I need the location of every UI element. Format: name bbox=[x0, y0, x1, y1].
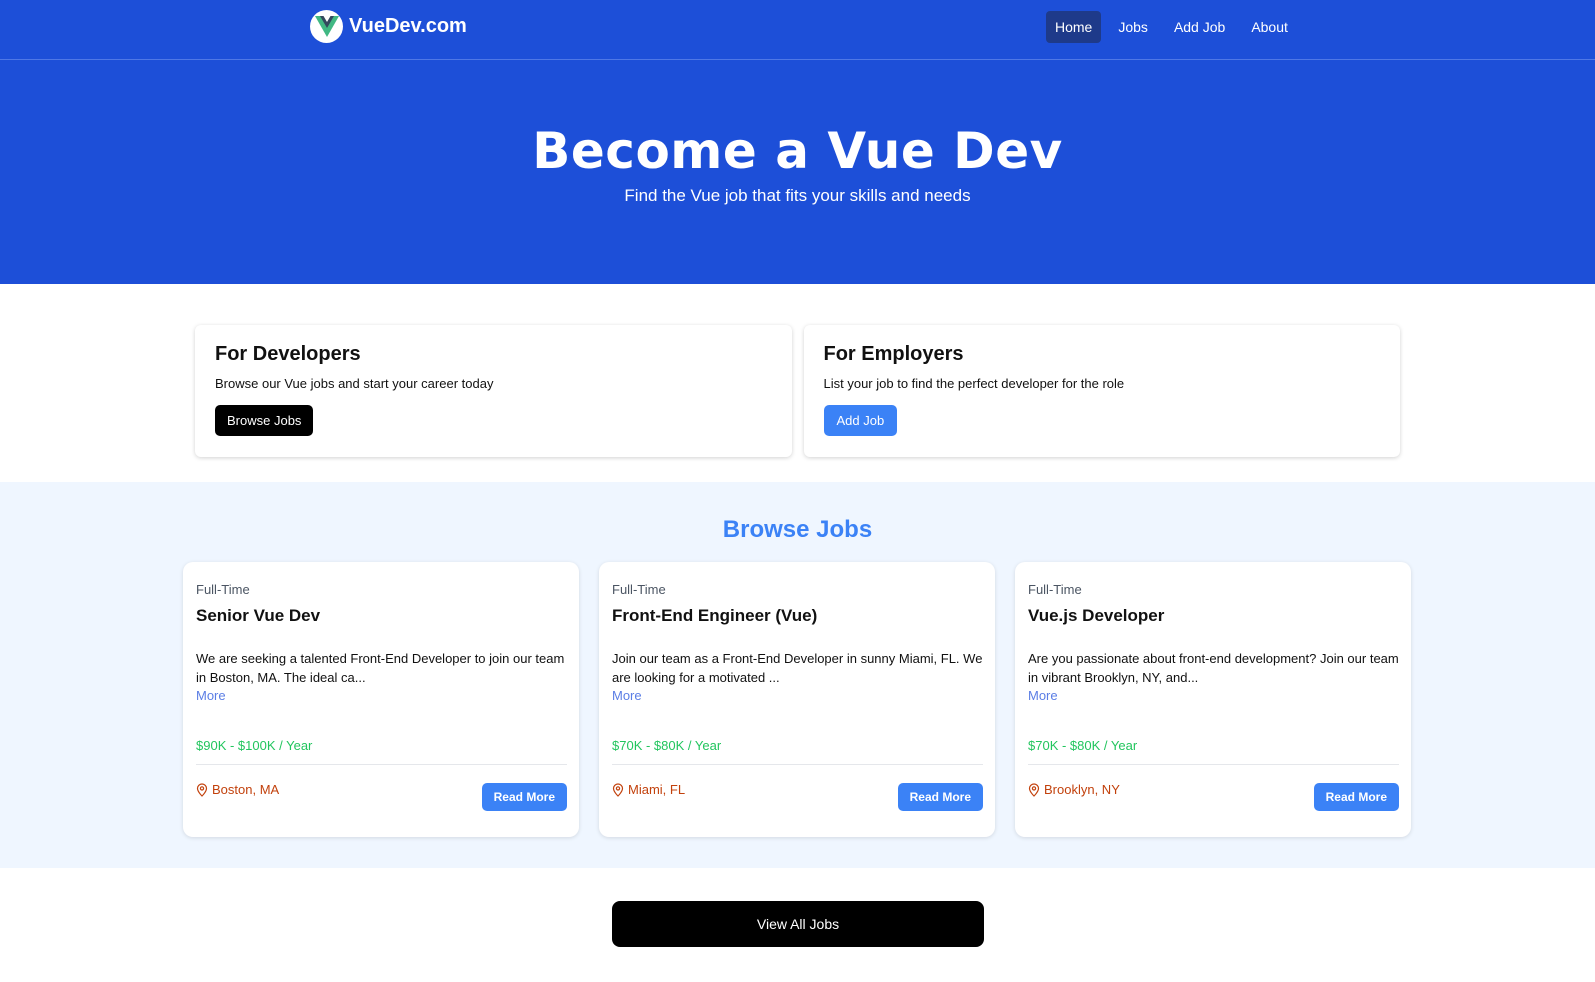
hero-title: Become a Vue Dev bbox=[532, 122, 1063, 180]
role-cards: For Developers Browse our Vue jobs and s… bbox=[195, 325, 1400, 457]
brand-link[interactable]: VueDev.com bbox=[310, 10, 467, 43]
job-location-text: Brooklyn, NY bbox=[1044, 782, 1120, 797]
employers-title: For Employers bbox=[823, 343, 964, 365]
job-card: Full-Time Senior Vue Dev We are seeking … bbox=[183, 562, 579, 837]
read-more-button[interactable]: Read More bbox=[1313, 783, 1399, 811]
job-description: Are you passionate about front-end devel… bbox=[1028, 651, 1399, 685]
job-description: We are seeking a talented Front-End Deve… bbox=[196, 651, 565, 685]
developers-card: For Developers Browse our Vue jobs and s… bbox=[195, 325, 792, 457]
read-more-button[interactable]: Read More bbox=[481, 783, 567, 811]
job-title: Front-End Engineer (Vue) bbox=[612, 606, 818, 625]
job-location: Boston, MA bbox=[196, 782, 279, 797]
divider bbox=[612, 764, 983, 765]
job-type: Full-Time bbox=[1028, 582, 1082, 597]
browse-jobs-title: Browse Jobs bbox=[722, 516, 873, 543]
job-card: Full-Time Vue.js Developer Are you passi… bbox=[1015, 562, 1411, 837]
job-type: Full-Time bbox=[196, 582, 250, 597]
job-location: Brooklyn, NY bbox=[1028, 782, 1120, 797]
hero-section: Become a Vue Dev Find the Vue job that f… bbox=[0, 60, 1595, 284]
job-location-text: Miami, FL bbox=[628, 782, 686, 797]
nav-about[interactable]: About bbox=[1242, 11, 1297, 43]
browse-jobs-section: Browse Jobs Full-Time Senior Vue Dev We … bbox=[0, 482, 1595, 868]
nav-home[interactable]: Home bbox=[1046, 11, 1102, 43]
browse-jobs-button[interactable]: Browse Jobs bbox=[215, 405, 314, 436]
job-more-link[interactable]: More bbox=[1028, 688, 1058, 703]
nav-add-job[interactable]: Add Job bbox=[1165, 11, 1234, 43]
job-title: Vue.js Developer bbox=[1028, 606, 1165, 625]
job-listings: Full-Time Senior Vue Dev We are seeking … bbox=[183, 562, 1411, 837]
employers-card: For Employers List your job to find the … bbox=[803, 325, 1400, 457]
map-pin-icon bbox=[1028, 782, 1040, 797]
add-job-button[interactable]: Add Job bbox=[823, 405, 898, 436]
job-salary: $90K - $100K / Year bbox=[196, 738, 313, 753]
map-pin-icon bbox=[612, 782, 624, 797]
nav-jobs[interactable]: Jobs bbox=[1109, 11, 1157, 43]
brand-name: VueDev.com bbox=[349, 15, 467, 37]
read-more-button[interactable]: Read More bbox=[897, 783, 983, 811]
employers-text: List your job to find the perfect develo… bbox=[823, 376, 1125, 391]
vue-logo-icon bbox=[310, 10, 343, 43]
job-more-link[interactable]: More bbox=[612, 688, 642, 703]
developers-title: For Developers bbox=[215, 343, 361, 365]
job-more-link[interactable]: More bbox=[196, 688, 226, 703]
job-salary: $70K - $80K / Year bbox=[1028, 738, 1138, 753]
view-all-jobs-button[interactable]: View All Jobs bbox=[612, 901, 984, 947]
job-location: Miami, FL bbox=[612, 782, 685, 797]
job-location-text: Boston, MA bbox=[212, 782, 280, 797]
map-pin-icon bbox=[196, 782, 208, 797]
divider bbox=[1028, 764, 1399, 765]
developers-text: Browse our Vue jobs and start your caree… bbox=[215, 376, 494, 391]
top-navbar: VueDev.com Home Jobs Add Job About bbox=[0, 0, 1595, 60]
hero-subtitle: Find the Vue job that fits your skills a… bbox=[624, 186, 971, 205]
job-salary: $70K - $80K / Year bbox=[612, 738, 722, 753]
job-type: Full-Time bbox=[612, 582, 666, 597]
nav-links: Home Jobs Add Job About bbox=[1046, 11, 1297, 43]
job-description: Join our team as a Front-End Developer i… bbox=[612, 651, 983, 685]
divider bbox=[196, 764, 567, 765]
job-title: Senior Vue Dev bbox=[196, 606, 321, 625]
job-card: Full-Time Front-End Engineer (Vue) Join … bbox=[599, 562, 995, 837]
